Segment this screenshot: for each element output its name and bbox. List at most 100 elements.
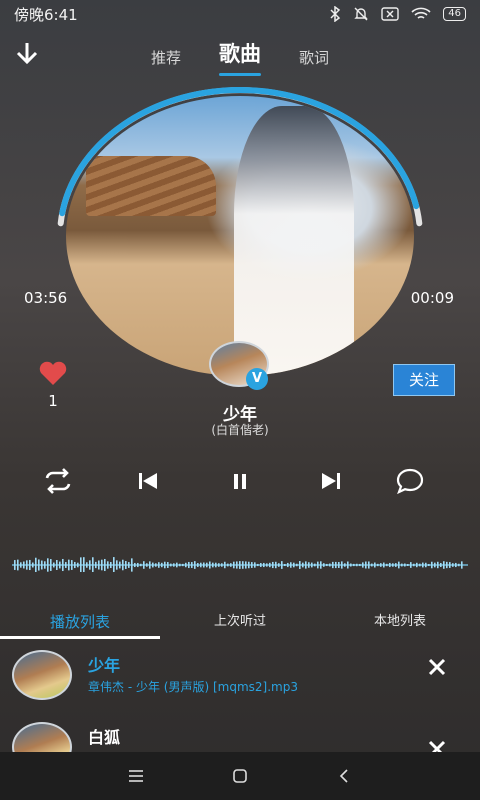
waveform-bar [41,560,43,570]
waveform-bar [287,562,289,568]
waveform-bar [185,562,187,568]
tab-lyrics[interactable]: 歌词 [299,47,329,68]
waveform-bar [215,562,217,568]
waveform-bar [383,562,385,568]
waveform-bar [77,562,79,568]
menu-button[interactable] [124,764,148,788]
waveform-bar [50,559,52,571]
waveform-bar [56,560,58,570]
waveform-bar [86,562,88,568]
track-filename: 章伟杰 - 少年 (男声版) [mqms2].mp3 [88,680,298,694]
waveform-bar [146,563,148,567]
heart-icon[interactable] [38,360,68,386]
waveform-bar [242,561,244,569]
waveform-bar [365,561,367,569]
waveform-bar [419,563,421,567]
waveform-bar [284,563,286,567]
waveform-bar [257,563,259,567]
waveform-bar [380,563,382,567]
track-title: 白狐 [88,728,121,747]
waveform-bar [92,557,94,572]
waveform-bar [119,561,121,569]
waveform-bar [23,561,25,569]
waveform-bar [425,562,427,568]
waveform-bar [254,562,256,568]
waveform-bar [212,562,214,568]
waveform-bar [275,561,277,569]
waveform-bar [113,557,115,572]
back-button[interactable] [332,764,356,788]
wifi-icon [411,7,431,19]
waveform-bar [65,562,67,568]
waveform-bar [26,560,28,570]
waveform-bar [317,561,319,569]
waveform-bar [308,562,310,568]
tab-recent[interactable]: 上次听过 [160,610,320,640]
tab-recommend[interactable]: 推荐 [151,47,181,68]
waveform-bar [281,561,283,569]
waveform-bar [413,563,415,567]
waveform-bar [197,563,199,567]
progress-ring[interactable] [56,84,424,384]
waveform-bar [431,561,433,569]
player-tabs: 推荐 歌曲 歌词 [0,34,480,76]
waveform-bar [398,561,400,569]
tab-song[interactable]: 歌曲 [219,38,261,76]
waveform-bar [140,563,142,567]
waveform-bar [74,561,76,569]
waveform-bar [137,562,139,568]
waveform-bar [122,559,124,571]
waveform-bar [356,563,358,567]
waveform-bar [272,561,274,569]
waveform-bar [449,562,451,568]
waveform-bar [134,562,136,568]
pause-icon[interactable] [223,464,257,498]
waveform-bar [329,563,331,567]
follow-button[interactable]: 关注 [393,364,455,396]
waveform-bar [38,559,40,571]
waveform-bar [335,561,337,569]
waveform-bar [263,562,265,568]
previous-track-icon[interactable] [131,464,165,498]
waveform-bar [125,561,127,569]
tab-local[interactable]: 本地列表 [320,610,480,640]
back-icon [339,769,348,783]
list-item[interactable]: 少年 章伟杰 - 少年 (男声版) [mqms2].mp3 [0,650,480,710]
waveform-bar [359,563,361,567]
waveform-bar [446,561,448,569]
waveform-bar [179,563,181,567]
waveform-bar [404,563,406,567]
top-navigation: 推荐 歌曲 歌词 [0,34,480,76]
waveform-bar [341,561,343,569]
waveform-bar [59,561,61,569]
waveform-bar [371,563,373,567]
waveform-bar [182,563,184,567]
waveform-bar [233,561,235,569]
comment-icon[interactable] [393,464,427,498]
waveform-bar [158,562,160,568]
waveform-bar [80,557,82,572]
home-icon [233,769,247,783]
playback-controls [0,464,480,498]
audio-waveform[interactable] [12,552,468,572]
waveform-bar [239,561,241,569]
waveform-bar [188,561,190,569]
waveform-bar [377,563,379,567]
waveform-bar [311,562,313,568]
waveform-bar [167,562,169,568]
waveform-bar [422,562,424,568]
home-button[interactable] [228,764,252,788]
next-track-icon[interactable] [314,464,348,498]
waveform-bar [209,561,211,569]
waveform-bar [326,563,328,567]
waveform-bar [14,560,16,570]
waveform-bar [20,562,22,568]
waveform-bar [320,561,322,569]
repeat-icon[interactable] [41,464,75,498]
waveform-bar [416,562,418,568]
status-bar: 傍晚6:41 46 [0,0,480,28]
waveform-bar [68,559,70,571]
waveform-bar [440,562,442,568]
close-icon[interactable] [426,656,448,678]
waveform-bar [410,562,412,568]
